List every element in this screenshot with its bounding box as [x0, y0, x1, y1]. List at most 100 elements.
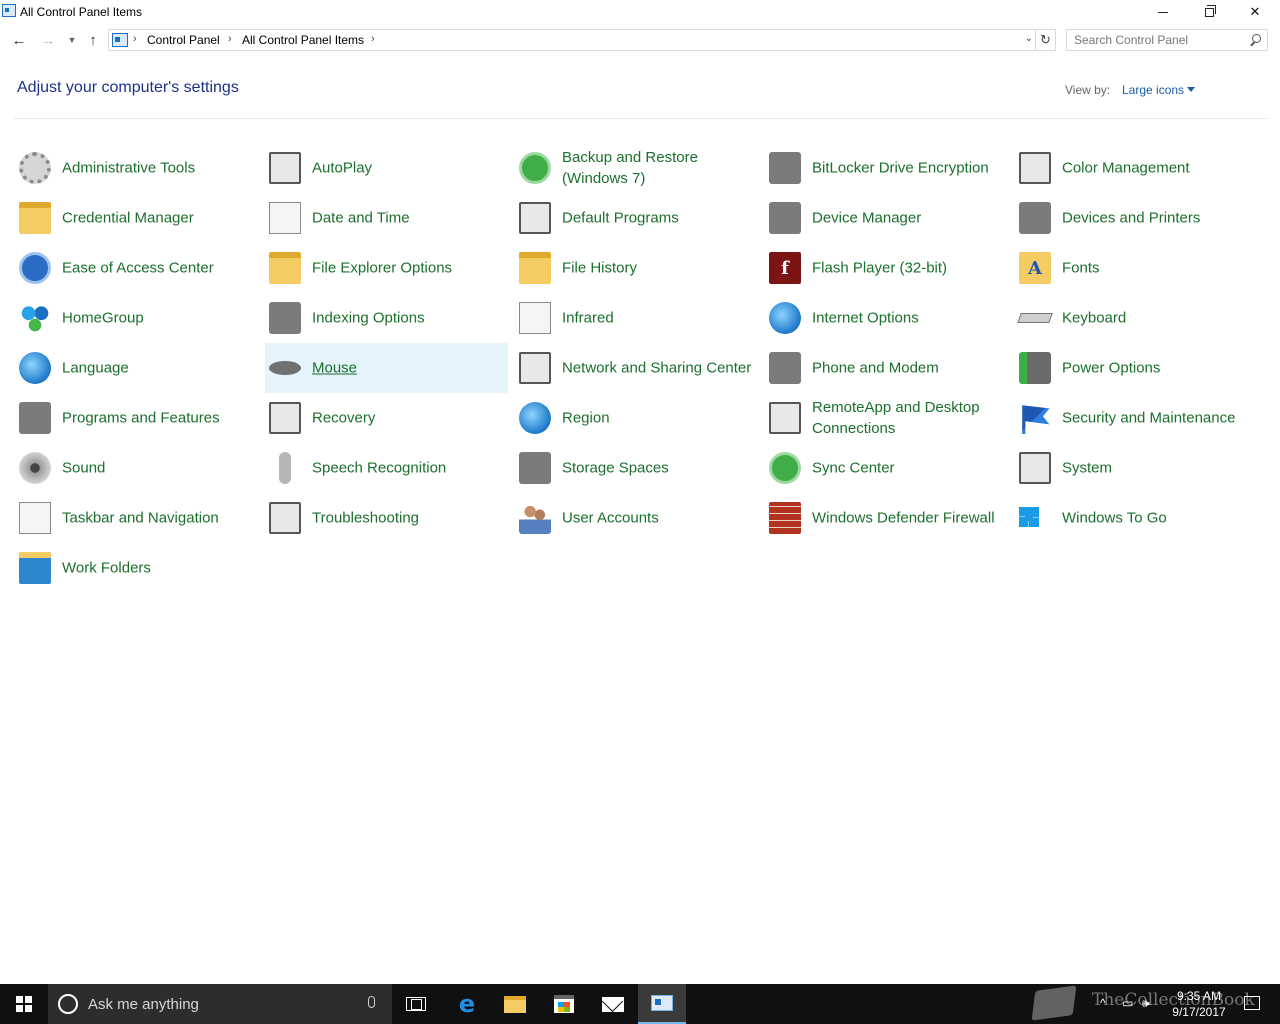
item-bitlocker[interactable]: BitLocker Drive Encryption	[765, 143, 1008, 193]
item-label[interactable]: Credential Manager	[62, 208, 252, 229]
item-label[interactable]: Infrared	[562, 308, 752, 329]
item-label[interactable]: Administrative Tools	[62, 158, 252, 179]
item-mouse[interactable]: Mouse	[265, 343, 508, 393]
back-button[interactable]: ←	[9, 30, 29, 50]
item-speech-recognition[interactable]: Speech Recognition	[265, 443, 508, 493]
item-language[interactable]: Language	[15, 343, 258, 393]
item-taskbar-navigation[interactable]: Taskbar and Navigation	[15, 493, 258, 543]
cortana-search-box[interactable]: Ask me anything	[48, 984, 392, 1024]
show-hidden-icons-button[interactable]: ^	[1100, 996, 1106, 1010]
item-power-options[interactable]: Power Options	[1015, 343, 1258, 393]
item-firewall[interactable]: Windows Defender Firewall	[765, 493, 1008, 543]
item-label[interactable]: Color Management	[1062, 158, 1252, 179]
item-label[interactable]: Keyboard	[1062, 308, 1252, 329]
forward-button[interactable]: →	[38, 30, 58, 50]
refresh-button[interactable]: ↻	[1036, 29, 1056, 51]
breadcrumb-separator[interactable]: ›	[228, 33, 232, 45]
breadcrumb-control-panel[interactable]: Control Panel	[147, 33, 220, 47]
item-autoplay[interactable]: AutoPlay	[265, 143, 508, 193]
item-label[interactable]: Internet Options	[812, 308, 1002, 329]
item-work-folders[interactable]: Work Folders	[15, 543, 258, 593]
up-button[interactable]: ↑	[83, 30, 103, 50]
mail-button[interactable]	[589, 984, 637, 1024]
item-administrative-tools[interactable]: Administrative Tools	[15, 143, 258, 193]
action-center-icon[interactable]	[1244, 996, 1260, 1010]
edge-button[interactable]: e	[443, 984, 491, 1024]
item-homegroup[interactable]: HomeGroup	[15, 293, 258, 343]
item-label[interactable]: Recovery	[312, 408, 502, 429]
item-label[interactable]: Storage Spaces	[562, 458, 752, 479]
item-internet-options[interactable]: Internet Options	[765, 293, 1008, 343]
item-label[interactable]: Security and Maintenance	[1062, 408, 1252, 429]
item-label[interactable]: Fonts	[1062, 258, 1252, 279]
item-sync-center[interactable]: Sync Center	[765, 443, 1008, 493]
item-label[interactable]: Troubleshooting	[312, 508, 502, 529]
task-view-button[interactable]	[392, 984, 440, 1024]
search-icon[interactable]	[1250, 34, 1261, 45]
item-label[interactable]: File Explorer Options	[312, 258, 502, 279]
item-label[interactable]: Phone and Modem	[812, 358, 1002, 379]
view-by-dropdown[interactable]: Large icons	[1122, 83, 1184, 97]
item-label[interactable]: BitLocker Drive Encryption	[812, 158, 1002, 179]
item-label[interactable]: Region	[562, 408, 752, 429]
item-label[interactable]: Windows To Go	[1062, 508, 1252, 529]
item-label[interactable]: Device Manager	[812, 208, 1002, 229]
item-label[interactable]: Sound	[62, 458, 252, 479]
item-label[interactable]: Windows Defender Firewall	[812, 508, 1002, 529]
item-devices-printers[interactable]: Devices and Printers	[1015, 193, 1258, 243]
item-security-maintenance[interactable]: Security and Maintenance	[1015, 393, 1258, 443]
address-bar[interactable]: › Control Panel › All Control Panel Item…	[108, 29, 1036, 51]
item-system[interactable]: System	[1015, 443, 1258, 493]
item-backup-restore[interactable]: Backup and Restore (Windows 7)	[515, 143, 758, 193]
control-panel-taskbar-button[interactable]	[638, 984, 686, 1024]
item-device-manager[interactable]: Device Manager	[765, 193, 1008, 243]
recent-locations-button[interactable]: ▼	[62, 30, 82, 50]
item-label[interactable]: Default Programs	[562, 208, 752, 229]
item-label[interactable]: Power Options	[1062, 358, 1252, 379]
item-flash-player[interactable]: f Flash Player (32-bit)	[765, 243, 1008, 293]
network-icon[interactable]: ▭	[1122, 996, 1133, 1010]
item-color-management[interactable]: Color Management	[1015, 143, 1258, 193]
item-ease-of-access[interactable]: Ease of Access Center	[15, 243, 258, 293]
volume-icon[interactable]: 🕪	[1142, 996, 1150, 1011]
item-label[interactable]: Ease of Access Center	[62, 258, 252, 279]
item-remoteapp[interactable]: RemoteApp and Desktop Connections	[765, 393, 1008, 443]
search-box[interactable]	[1066, 29, 1268, 51]
item-label[interactable]: RemoteApp and Desktop Connections	[812, 397, 1002, 439]
item-label[interactable]: Speech Recognition	[312, 458, 502, 479]
item-label[interactable]: Programs and Features	[62, 408, 252, 429]
item-default-programs[interactable]: Default Programs	[515, 193, 758, 243]
item-programs-features[interactable]: Programs and Features	[15, 393, 258, 443]
item-sound[interactable]: Sound	[15, 443, 258, 493]
item-label[interactable]: Mouse	[312, 358, 502, 379]
restore-button[interactable]	[1186, 0, 1232, 24]
item-label[interactable]: Sync Center	[812, 458, 1002, 479]
close-button[interactable]: ✕	[1232, 0, 1278, 24]
breadcrumb-all-items[interactable]: All Control Panel Items	[242, 33, 364, 47]
item-keyboard[interactable]: Keyboard	[1015, 293, 1258, 343]
item-file-history[interactable]: File History	[515, 243, 758, 293]
item-label[interactable]: Date and Time	[312, 208, 502, 229]
breadcrumb-separator[interactable]: ›	[371, 33, 375, 45]
item-windows-to-go[interactable]: Windows To Go	[1015, 493, 1258, 543]
item-label[interactable]: Devices and Printers	[1062, 208, 1252, 229]
start-button[interactable]	[0, 984, 48, 1024]
item-label[interactable]: User Accounts	[562, 508, 752, 529]
item-label[interactable]: HomeGroup	[62, 308, 252, 329]
item-infrared[interactable]: Infrared	[515, 293, 758, 343]
item-label[interactable]: Work Folders	[62, 558, 252, 579]
search-input[interactable]	[1067, 30, 1245, 50]
item-label[interactable]: AutoPlay	[312, 158, 502, 179]
item-label[interactable]: System	[1062, 458, 1252, 479]
item-label[interactable]: Backup and Restore (Windows 7)	[562, 147, 752, 189]
store-button[interactable]	[540, 984, 588, 1024]
item-label[interactable]: Indexing Options	[312, 308, 502, 329]
address-dropdown-button[interactable]: ⌄	[1025, 33, 1033, 44]
chevron-down-icon[interactable]	[1187, 87, 1195, 92]
item-file-explorer-options[interactable]: File Explorer Options	[265, 243, 508, 293]
item-label[interactable]: Flash Player (32-bit)	[812, 258, 1002, 279]
item-phone-modem[interactable]: Phone and Modem	[765, 343, 1008, 393]
item-label[interactable]: File History	[562, 258, 752, 279]
item-user-accounts[interactable]: User Accounts	[515, 493, 758, 543]
item-region[interactable]: Region	[515, 393, 758, 443]
